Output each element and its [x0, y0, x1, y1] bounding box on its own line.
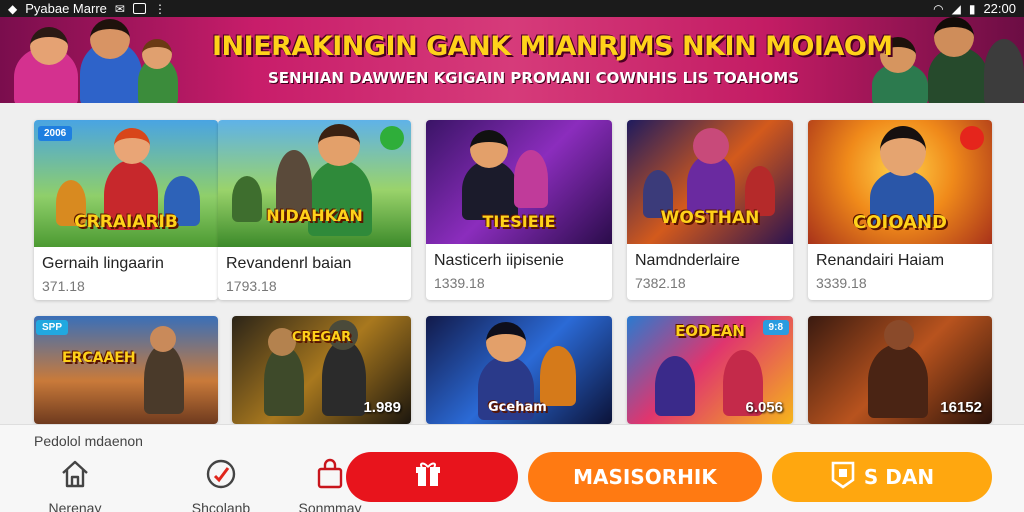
game-title: Nasticerh iipisenie [434, 252, 564, 269]
banner-subtitle: SENHIAN DAWWEN KGIGAIN PROMANI COWNHIS L… [268, 69, 800, 87]
game-art-title: WOSTHAN [660, 208, 760, 228]
game-art-title: Gceham [488, 400, 547, 415]
secondary-action-label: S DAN [863, 465, 935, 489]
banner-character-head [934, 17, 974, 57]
primary-action-button[interactable]: MASISORHIK [528, 452, 762, 502]
character-head [486, 322, 526, 362]
gift-button[interactable] [346, 452, 518, 502]
app-logo-icon: ◆ [8, 1, 18, 16]
game-card[interactable]: TIESIEIE Nasticerh iipisenie 1339.18 [426, 120, 612, 300]
game-thumbnail: WOSTHAN [627, 120, 793, 244]
character-head [693, 128, 729, 164]
game-meta: 1339.18 [434, 275, 485, 291]
game-count: 16152 [940, 399, 982, 416]
game-art-title: CREGAR [291, 330, 352, 345]
game-title: Namdnderlaire [635, 252, 740, 269]
secondary-action-button[interactable]: S DAN [772, 452, 992, 502]
character-figure [322, 340, 366, 416]
banner-character-head [30, 27, 68, 65]
game-card[interactable]: WOSTHAN Namdnderlaire 7382.18 [627, 120, 793, 300]
compass-icon [204, 457, 238, 491]
game-badge: 9:8 [762, 320, 789, 335]
status-app-name: Pyabae Marre [25, 1, 107, 16]
game-art-title: TIESIEIE [482, 212, 556, 231]
game-card[interactable]: EODEAN 9:8 6.056 [627, 316, 793, 424]
game-count: 1.989 [363, 399, 401, 416]
character-head [470, 130, 508, 168]
game-meta: 7382.18 [635, 275, 686, 291]
signal-icon: ◢ [951, 1, 961, 16]
primary-action-label: MASISORHIK [573, 465, 717, 489]
banner-character-head [90, 19, 130, 59]
game-meta: 3339.18 [816, 275, 867, 291]
badge-circle-icon [960, 126, 984, 150]
character-figure [462, 160, 518, 220]
game-title: Revandenrl baian [226, 255, 352, 272]
game-card[interactable]: Gceham [426, 316, 612, 424]
game-badge: 2006 [38, 126, 73, 141]
banner-character-head [142, 39, 172, 69]
game-meta: 1793.18 [226, 278, 277, 294]
more-dots-icon: ⋮ [153, 1, 166, 16]
game-title: Renandairi Haiam [816, 252, 945, 269]
banner-character-right-3 [984, 39, 1024, 103]
game-card[interactable]: ERCAAEH SPP [34, 316, 218, 424]
game-thumbnail: NIDAHKAN [218, 120, 411, 247]
notification-icon: ✉ [114, 1, 125, 16]
game-thumbnail: Gceham [426, 316, 612, 424]
game-card[interactable]: 16152 [808, 316, 992, 424]
home-icon [58, 457, 92, 491]
wifi-icon: ◠ [933, 1, 944, 16]
game-card[interactable]: NIDAHKAN Revandenrl baian 1793.18 [218, 120, 411, 300]
character-head [150, 326, 176, 352]
nav-label: Sonmmay [298, 500, 362, 512]
gift-icon [413, 460, 443, 495]
character-head [318, 124, 360, 166]
badge-icon [830, 460, 856, 495]
status-time: 22:00 [983, 1, 1016, 16]
character-head [880, 126, 926, 176]
game-art-title: ERCAAEH [62, 350, 136, 366]
banner-title: INIERAKINGIN GANK MIANRJMS NKIN MOIAOM [212, 31, 893, 62]
game-card[interactable]: COIOAND Renandairi Haiam 3339.18 [808, 120, 992, 300]
game-title: Gernaih lingaarin [42, 255, 164, 272]
game-meta: 371.18 [42, 278, 85, 294]
app-screen: ◆ Pyabae Marre ✉ ⋮ ◠ ◢ ▮ 22:00 INIERAKIN… [0, 0, 1024, 512]
character-figure [540, 346, 576, 406]
nav-label: Shcolanb [191, 500, 251, 512]
game-art-title: NIDAHKAN [266, 206, 363, 225]
game-art-title: CRRAIARIB [74, 212, 178, 232]
bag-icon [313, 457, 347, 491]
game-count: 6.056 [745, 399, 783, 416]
game-card[interactable]: CREGAR 1.989 [232, 316, 411, 424]
bottom-navigation-bar: Pedolol mdaenon Nerenay Shcolanb Sonmmay [0, 424, 1024, 512]
game-thumbnail: COIOAND [808, 120, 992, 244]
character-figure [264, 346, 304, 416]
game-card[interactable]: CRRAIARIB 2006 Gernaih lingaarin 371.18 [34, 120, 218, 300]
game-art-title: COIOAND [853, 212, 947, 233]
nav-label: Nerenay [48, 500, 102, 512]
nav-item-explore[interactable]: Shcolanb [171, 457, 271, 512]
screenshot-icon [132, 3, 146, 14]
bottom-caption: Pedolol mdaenon [34, 433, 143, 449]
battery-icon: ▮ [968, 1, 976, 16]
game-badge: SPP [36, 320, 69, 335]
badge-circle-icon [380, 126, 404, 150]
character-head [114, 128, 150, 164]
status-bar: ◆ Pyabae Marre ✉ ⋮ ◠ ◢ ▮ 22:00 [0, 0, 1024, 17]
nav-item-home[interactable]: Nerenay [25, 457, 125, 512]
promo-banner[interactable]: INIERAKINGIN GANK MIANRJMS NKIN MOIAOM S… [0, 17, 1024, 103]
character-figure [514, 150, 548, 208]
character-head [884, 320, 914, 350]
game-thumbnail: TIESIEIE [426, 120, 612, 244]
character-figure [655, 356, 695, 416]
character-figure [868, 344, 928, 418]
